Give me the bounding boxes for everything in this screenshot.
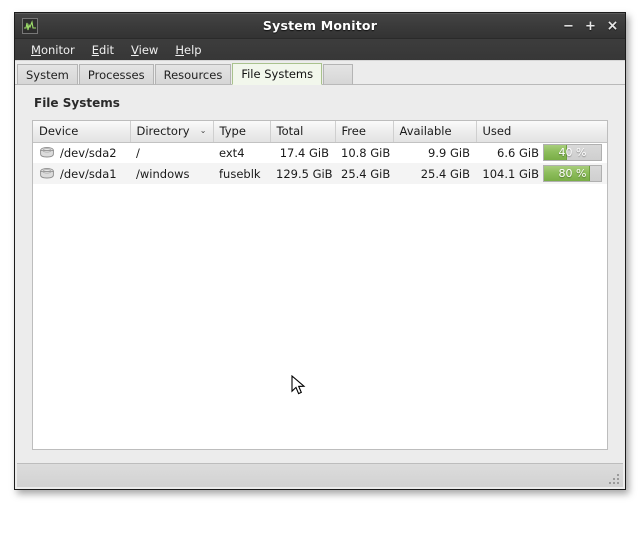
menu-bar: Monitor Edit View Help xyxy=(15,39,625,61)
menu-help-rest: elp xyxy=(184,42,202,57)
menu-monitor[interactable]: Monitor xyxy=(23,41,84,59)
cell-used: 6.6 GiB 40 % xyxy=(476,142,607,163)
file-systems-panel: File Systems Device Directory ⌄ Type Tot… xyxy=(16,86,624,488)
cell-used-text: 6.6 GiB xyxy=(497,145,539,160)
screen: System Monitor − + × Monitor Edit View H… xyxy=(0,0,640,538)
status-bar xyxy=(17,463,623,487)
used-progress-label: 80 % xyxy=(558,167,587,180)
title-bar[interactable]: System Monitor − + × xyxy=(15,13,625,39)
page-title: File Systems xyxy=(34,96,120,110)
table-header: Device Directory ⌄ Type Total Free Avail… xyxy=(33,121,607,143)
cell-total: 17.4 GiB xyxy=(270,142,335,163)
used-progress-label: 40 % xyxy=(558,146,587,160)
menu-edit-rest: dit xyxy=(99,42,115,57)
cell-available: 9.9 GiB xyxy=(393,142,476,163)
column-header-free[interactable]: Free xyxy=(335,121,394,143)
tab-filler xyxy=(323,64,354,85)
tab-system[interactable]: System xyxy=(17,64,78,85)
table-row[interactable]: /dev/sda2 / ext4 17.4 GiB 10.8 GiB 9.9 G… xyxy=(33,142,607,163)
tab-processes[interactable]: Processes xyxy=(78,64,154,85)
file-systems-table-container: Device Directory ⌄ Type Total Free Avail… xyxy=(32,120,608,450)
menu-help[interactable]: Help xyxy=(167,41,210,59)
cell-total: 129.5 GiB xyxy=(270,163,335,184)
column-header-device[interactable]: Device xyxy=(33,121,131,143)
cell-free: 10.8 GiB xyxy=(335,142,393,163)
column-header-directory[interactable]: Directory ⌄ xyxy=(130,121,214,143)
cell-device-text: /dev/sda2 xyxy=(60,145,117,160)
column-header-used-label: Used xyxy=(482,124,512,139)
system-monitor-window: System Monitor − + × Monitor Edit View H… xyxy=(14,12,626,490)
tab-strip: System Processes Resources File Systems xyxy=(15,61,625,85)
column-header-available[interactable]: Available xyxy=(393,121,477,143)
tab-list: System Processes Resources File Systems xyxy=(17,63,354,85)
column-header-type[interactable]: Type xyxy=(213,121,271,143)
file-systems-table: Device Directory ⌄ Type Total Free Avail… xyxy=(33,121,607,184)
column-header-device-label: Device xyxy=(39,124,79,139)
menu-edit[interactable]: Edit xyxy=(84,41,123,59)
table-body: /dev/sda2 / ext4 17.4 GiB 10.8 GiB 9.9 G… xyxy=(33,142,607,184)
column-header-used[interactable]: Used xyxy=(476,121,607,143)
cell-directory: / xyxy=(130,142,213,163)
cell-device-text: /dev/sda1 xyxy=(60,166,117,181)
column-header-total[interactable]: Total xyxy=(270,121,336,143)
cell-device: /dev/sda1 xyxy=(33,163,130,184)
close-button[interactable]: × xyxy=(606,19,619,33)
hard-disk-icon xyxy=(40,147,54,158)
cell-available: 25.4 GiB xyxy=(393,163,476,184)
menu-monitor-rest: onitor xyxy=(40,42,75,57)
column-header-available-label: Available xyxy=(399,124,452,139)
tab-file-systems[interactable]: File Systems xyxy=(232,63,323,85)
tab-resources[interactable]: Resources xyxy=(154,64,232,85)
cell-used: 104.1 GiB 80 % xyxy=(476,163,607,184)
cell-type: ext4 xyxy=(213,142,270,163)
hard-disk-icon xyxy=(40,167,54,179)
resize-grip-icon[interactable] xyxy=(606,471,619,484)
window-title: System Monitor xyxy=(262,18,378,33)
used-progress-bar: 40 % xyxy=(543,144,602,162)
cell-free: 25.4 GiB xyxy=(335,163,393,184)
column-header-type-label: Type xyxy=(219,124,246,139)
panel-content: File Systems Device Directory ⌄ Type Tot… xyxy=(32,96,608,450)
column-header-directory-label: Directory xyxy=(136,124,190,139)
cell-used-text: 104.1 GiB xyxy=(482,166,539,181)
chevron-down-icon: ⌄ xyxy=(199,126,207,136)
column-header-total-label: Total xyxy=(276,124,304,139)
cell-directory: /windows xyxy=(130,163,213,184)
column-header-free-label: Free xyxy=(341,124,366,139)
menu-view[interactable]: View xyxy=(123,41,167,59)
maximize-button[interactable]: + xyxy=(584,20,597,33)
window-controls: − + × xyxy=(562,13,619,39)
used-progress-bar: 80 % xyxy=(543,165,602,182)
table-row[interactable]: /dev/sda1 /windows fuseblk 129.5 GiB 25.… xyxy=(33,163,607,184)
cell-type: fuseblk xyxy=(213,163,270,184)
table-header-row: Device Directory ⌄ Type Total Free Avail… xyxy=(33,121,607,143)
cell-device: /dev/sda2 xyxy=(33,142,130,163)
minimize-button[interactable]: − xyxy=(562,20,575,33)
menu-view-rest: iew xyxy=(138,42,159,57)
